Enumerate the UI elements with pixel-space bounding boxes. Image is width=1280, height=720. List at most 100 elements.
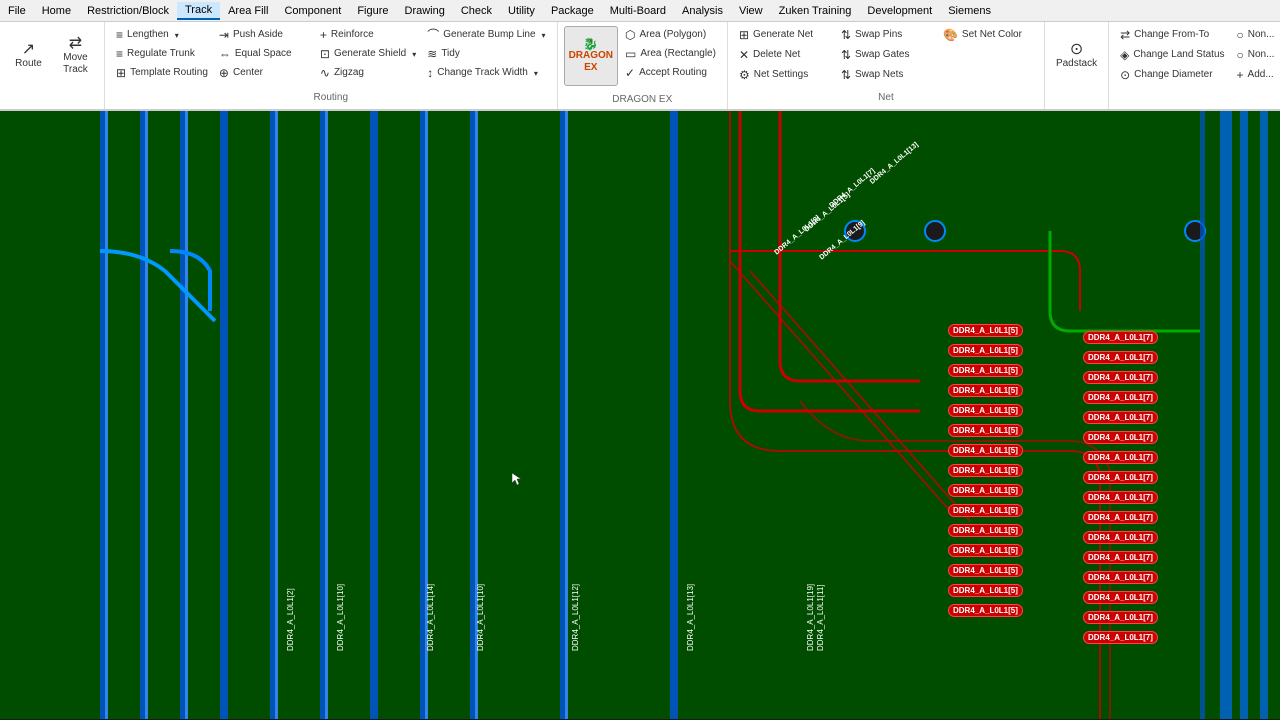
- comp-r-7-2: DDR4_A_L0L1[7]: [1083, 351, 1158, 364]
- center-icon: ⊕: [219, 67, 229, 79]
- swap-nets-icon: ⇅: [841, 69, 851, 81]
- reinforce-button[interactable]: + Reinforce: [315, 26, 415, 44]
- accept-routing-button[interactable]: ✓ Accept Routing: [620, 64, 721, 82]
- regulate-trunk-icon: ≡: [116, 48, 123, 60]
- move-track-icon: ⇄: [69, 36, 82, 52]
- template-routing-button[interactable]: ⊞ Template Routing: [111, 64, 213, 82]
- ribbon: ↗ Route ⇄ MoveTrack ≡ Lengthen ▾ ≡ R: [0, 22, 1280, 111]
- routing-group-content: ≡ Lengthen ▾ ≡ Regulate Trunk ⊞ Template…: [109, 24, 553, 90]
- net-group: ⊞ Generate Net ✕ Delete Net ⚙ Net Settin…: [728, 22, 1045, 109]
- equal-space-button[interactable]: ⇔ Equal Space: [214, 45, 314, 63]
- area-polygon-button[interactable]: ⬡ Area (Polygon): [620, 26, 721, 44]
- padstack-icon: ⊙: [1070, 42, 1083, 58]
- non-button-2[interactable]: ○ Non...: [1232, 46, 1280, 64]
- menu-development[interactable]: Development: [859, 3, 940, 19]
- dragon-ex-label: DRAGONEX: [569, 50, 613, 74]
- menu-component[interactable]: Component: [276, 3, 349, 19]
- add-button[interactable]: + Add...: [1232, 66, 1280, 84]
- comp-r-7-11: DDR4_A_L0L1[7]: [1083, 531, 1158, 544]
- change-from-to-button[interactable]: ⇄ Change From-To: [1115, 26, 1215, 44]
- dragon-ex-button[interactable]: 🐉 DRAGONEX: [564, 26, 618, 86]
- menu-check[interactable]: Check: [453, 3, 500, 19]
- area-polygon-icon: ⬡: [625, 29, 635, 41]
- change-track-width-button[interactable]: ↕ Change Track Width ▾: [422, 64, 543, 82]
- generate-shield-button[interactable]: ⊡ Generate Shield ▾: [315, 45, 421, 63]
- menu-figure[interactable]: Figure: [349, 3, 396, 19]
- push-aside-label: Push Aside: [233, 29, 283, 41]
- reinforce-icon: +: [320, 29, 327, 41]
- menu-home[interactable]: Home: [34, 3, 79, 19]
- menu-analysis[interactable]: Analysis: [674, 3, 731, 19]
- zigzag-button[interactable]: ∿ Zigzag: [315, 64, 415, 82]
- lengthen-label: Lengthen: [127, 29, 169, 41]
- menu-utility[interactable]: Utility: [500, 3, 543, 19]
- generate-bump-line-button[interactable]: ⌒ Generate Bump Line ▾: [422, 26, 550, 44]
- change-group-content: ⇄ Change From-To ◈ Change Land Status ⊙ …: [1113, 24, 1280, 90]
- delete-net-label: Delete Net: [753, 49, 800, 61]
- non-button-1[interactable]: ○ Non...: [1232, 26, 1280, 44]
- padstack-group-content: ⊙ Padstack: [1049, 24, 1104, 107]
- menu-track[interactable]: Track: [177, 2, 220, 20]
- ribbon-content: ↗ Route ⇄ MoveTrack ≡ Lengthen ▾ ≡ R: [0, 22, 1280, 110]
- net-settings-button[interactable]: ⚙ Net Settings: [734, 66, 834, 84]
- menubar: File Home Restriction/Block Track Area F…: [0, 0, 1280, 22]
- comp-r-5-13: DDR4_A_L0L1[5]: [948, 564, 1023, 577]
- route-icon: ↗: [22, 42, 35, 58]
- area-polygon-label: Area (Polygon): [640, 29, 707, 41]
- generate-shield-label: Generate Shield: [334, 48, 406, 60]
- dragon-ex-group: 🐉 DRAGONEX ⬡ Area (Polygon) ▭ Area (Rect…: [558, 22, 728, 109]
- menu-zuken-training[interactable]: Zuken Training: [771, 3, 860, 19]
- net-settings-label: Net Settings: [754, 69, 808, 81]
- menu-restriction-block[interactable]: Restriction/Block: [79, 3, 177, 19]
- menu-siemens[interactable]: Siemens: [940, 3, 999, 19]
- change-land-status-button[interactable]: ◈ Change Land Status: [1115, 46, 1229, 64]
- comp-r-5-7: DDR4_A_L0L1[5]: [948, 444, 1023, 457]
- regulate-trunk-button[interactable]: ≡ Regulate Trunk: [111, 45, 211, 63]
- padstack-button[interactable]: ⊙ Padstack: [1051, 26, 1102, 86]
- comp-r-7-14: DDR4_A_L0L1[7]: [1083, 591, 1158, 604]
- add-label: Add...: [1248, 69, 1274, 81]
- change-diameter-button[interactable]: ⊙ Change Diameter: [1115, 66, 1217, 84]
- menu-file[interactable]: File: [0, 3, 34, 19]
- set-net-color-label: Set Net Color: [962, 29, 1022, 41]
- comp-r-5-15: DDR4_A_L0L1[5]: [948, 604, 1023, 617]
- area-rectangle-button[interactable]: ▭ Area (Rectangle): [620, 45, 721, 63]
- delete-net-icon: ✕: [739, 49, 749, 61]
- net-group-label: Net: [878, 90, 894, 105]
- svg-text:DDR4_A_L0L1[11]: DDR4_A_L0L1[11]: [816, 584, 825, 651]
- route-button[interactable]: ↗ Route: [6, 26, 51, 86]
- lengthen-icon: ≡: [116, 29, 123, 41]
- generate-net-button[interactable]: ⊞ Generate Net: [734, 26, 834, 44]
- menu-drawing[interactable]: Drawing: [397, 3, 453, 19]
- generate-bump-line-label: Generate Bump Line: [443, 29, 535, 41]
- comp-r-7-5: DDR4_A_L0L1[7]: [1083, 411, 1158, 424]
- menu-view[interactable]: View: [731, 3, 771, 19]
- comp-r-7-15: DDR4_A_L0L1[7]: [1083, 611, 1158, 624]
- swap-nets-button[interactable]: ⇅ Swap Nets: [836, 66, 936, 84]
- routing-group: ≡ Lengthen ▾ ≡ Regulate Trunk ⊞ Template…: [105, 22, 558, 109]
- set-net-color-button[interactable]: 🎨 Set Net Color: [938, 26, 1038, 44]
- push-aside-button[interactable]: ⇥ Push Aside: [214, 26, 314, 44]
- non-label-2: Non...: [1248, 49, 1275, 61]
- non-icon-1: ○: [1237, 29, 1244, 41]
- svg-text:DDR4_A_L0L1[12]: DDR4_A_L0L1[12]: [571, 584, 580, 651]
- menu-multi-board[interactable]: Multi-Board: [602, 3, 674, 19]
- move-track-button[interactable]: ⇄ MoveTrack: [53, 26, 98, 86]
- change-land-status-icon: ◈: [1120, 49, 1129, 61]
- generate-shield-dropdown: ▾: [412, 50, 416, 59]
- generate-bump-line-dropdown: ▾: [542, 31, 546, 40]
- lengthen-button[interactable]: ≡ Lengthen ▾: [111, 26, 211, 44]
- pcb-canvas[interactable]: DDR4_A_L0L1[2] DDR4_A_L0L1[10] DDR4_A_L0…: [0, 111, 1280, 719]
- zigzag-icon: ∿: [320, 67, 330, 79]
- delete-net-button[interactable]: ✕ Delete Net: [734, 46, 834, 64]
- svg-text:DDR4_A_L0L1[19]: DDR4_A_L0L1[19]: [806, 584, 815, 651]
- center-button[interactable]: ⊕ Center: [214, 64, 314, 82]
- tidy-button[interactable]: ≋ Tidy: [422, 45, 522, 63]
- swap-gates-button[interactable]: ⇅ Swap Gates: [836, 46, 936, 64]
- comp-r-5-14: DDR4_A_L0L1[5]: [948, 584, 1023, 597]
- net-group-content: ⊞ Generate Net ✕ Delete Net ⚙ Net Settin…: [732, 24, 1040, 90]
- menu-area-fill[interactable]: Area Fill: [220, 3, 276, 19]
- change-diameter-label: Change Diameter: [1134, 69, 1212, 81]
- menu-package[interactable]: Package: [543, 3, 602, 19]
- swap-pins-button[interactable]: ⇅ Swap Pins: [836, 26, 936, 44]
